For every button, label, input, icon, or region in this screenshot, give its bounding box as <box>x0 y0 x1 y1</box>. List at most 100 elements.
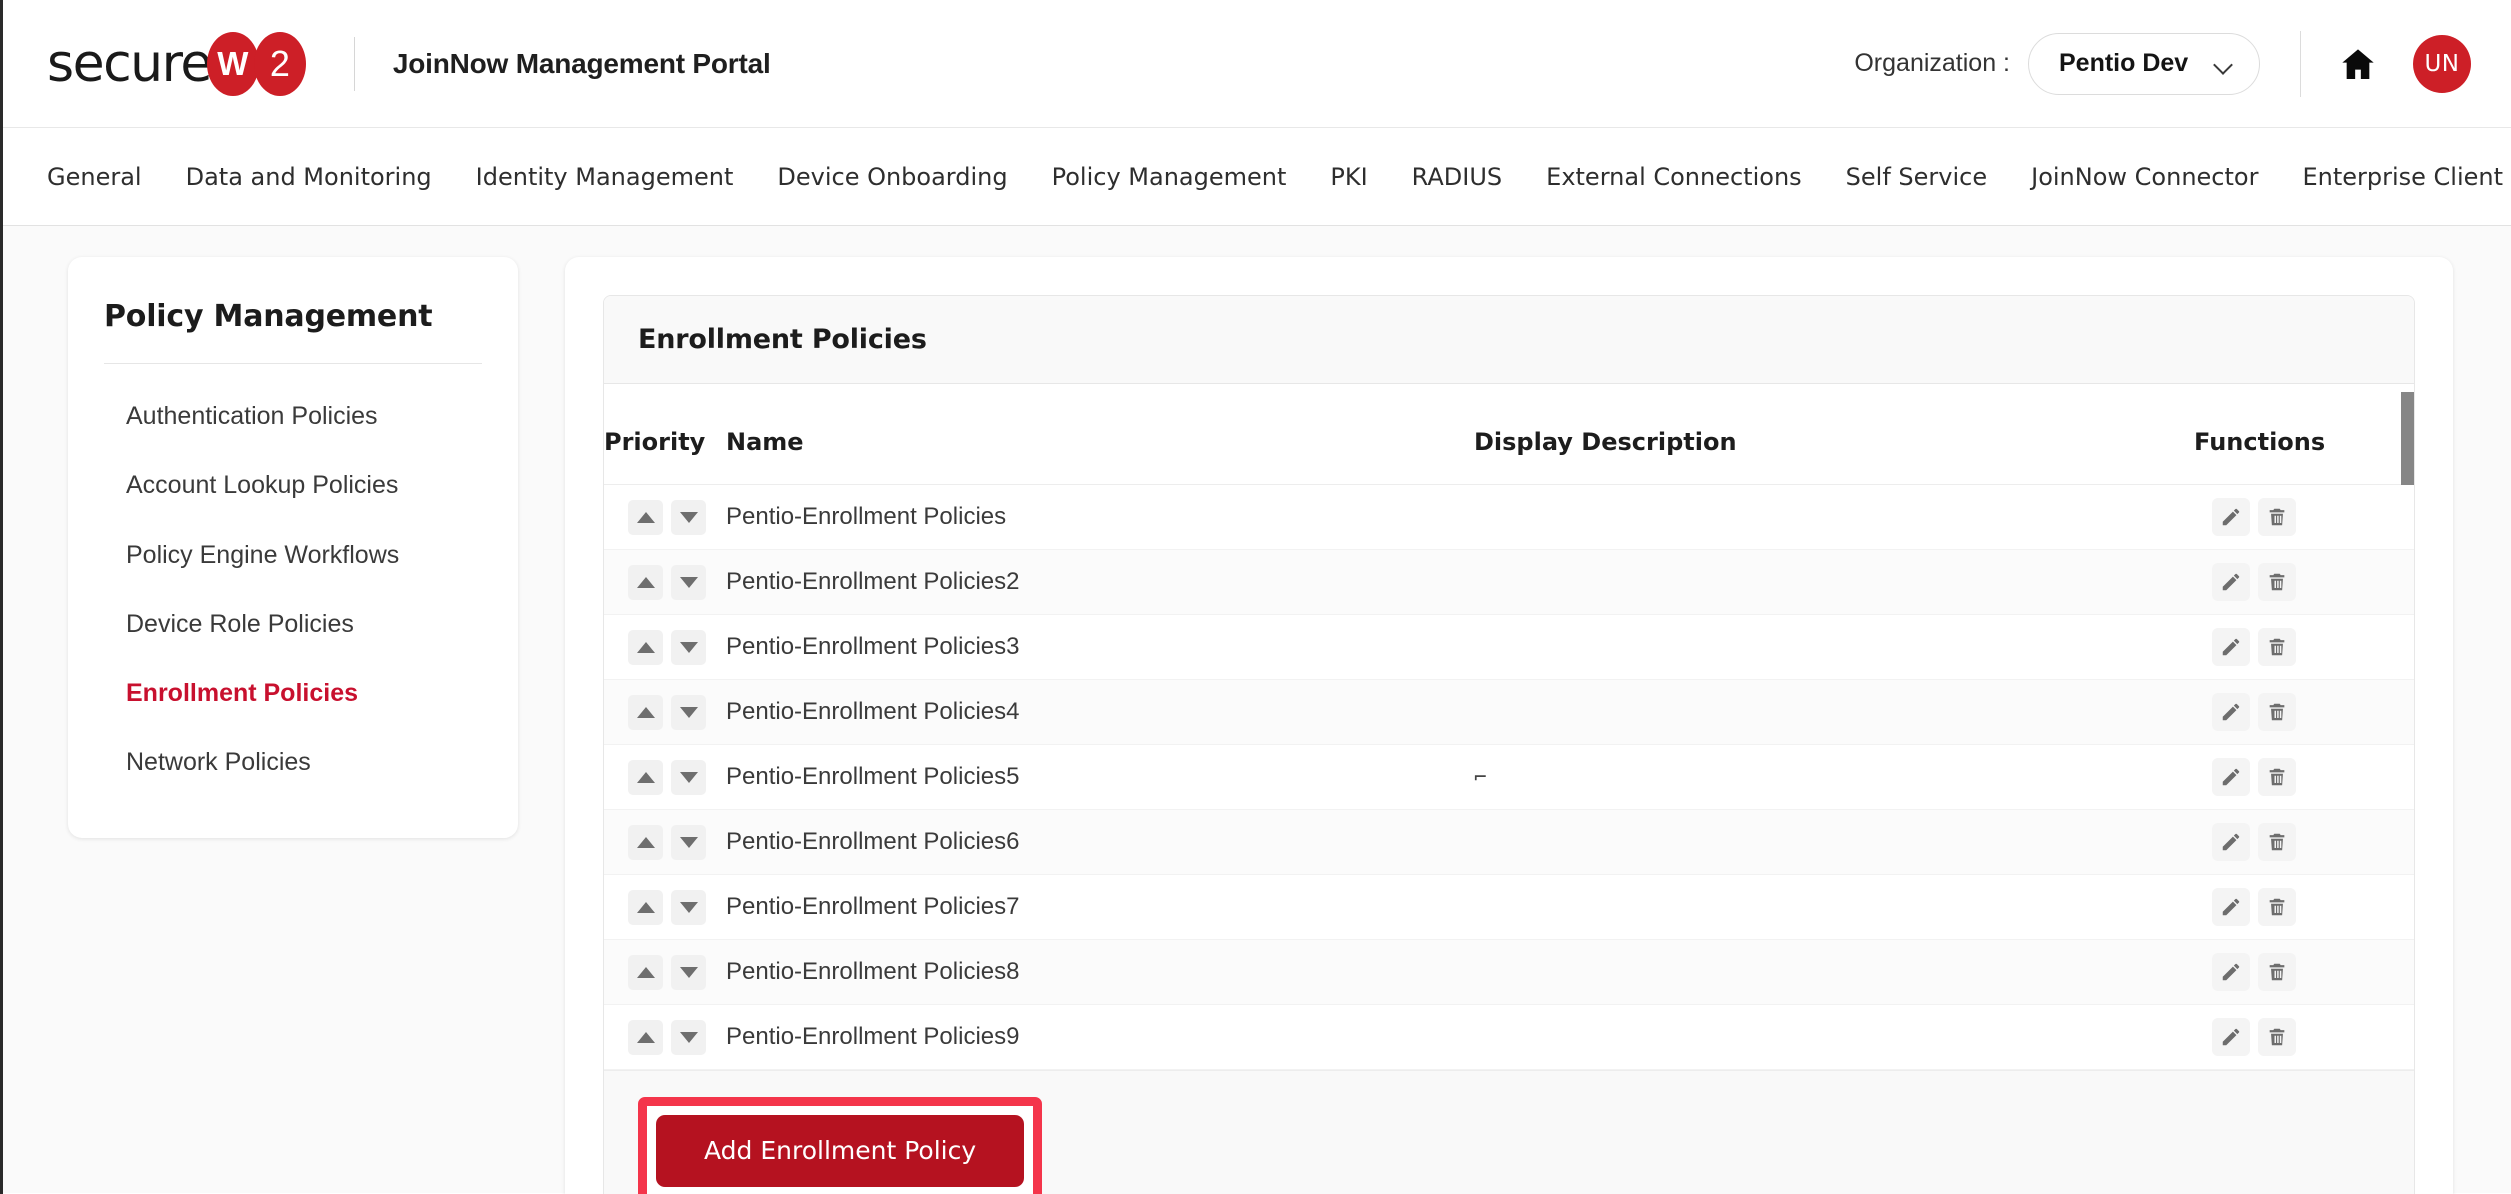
portal-title: JoinNow Management Portal <box>392 47 771 79</box>
delete-policy-button[interactable] <box>2258 758 2296 796</box>
edit-policy-button[interactable] <box>2212 563 2250 601</box>
panel-title: Enrollment Policies <box>638 324 927 355</box>
cell-functions <box>2194 939 2414 1005</box>
delete-policy-button[interactable] <box>2258 563 2296 601</box>
move-up-button[interactable] <box>628 1019 663 1055</box>
move-down-button[interactable] <box>671 629 706 665</box>
pencil-icon <box>2222 963 2240 981</box>
arrow-up-icon <box>636 1031 655 1043</box>
add-enrollment-policy-button[interactable]: Add Enrollment Policy <box>656 1115 1025 1187</box>
table-row: Pentio-Enrollment Policies7 <box>604 874 2414 940</box>
brand-logo[interactable]: secure W 2 <box>47 31 306 96</box>
logo-wordmark: secure <box>47 33 212 94</box>
move-down-button[interactable] <box>671 759 706 795</box>
move-up-button[interactable] <box>628 759 663 795</box>
edit-policy-button[interactable] <box>2212 693 2250 731</box>
cell-priority <box>604 1004 726 1070</box>
move-up-button[interactable] <box>628 824 663 860</box>
delete-policy-button[interactable] <box>2258 693 2296 731</box>
policies-table-scroll-area[interactable]: Priority Name Display Description Functi… <box>604 384 2414 1070</box>
organization-label: Organization : <box>1854 49 2010 77</box>
edit-policy-button[interactable] <box>2212 498 2250 536</box>
move-down-button[interactable] <box>671 694 706 730</box>
cell-priority <box>604 809 726 875</box>
sidebar-item-account-lookup-policies[interactable]: Account Lookup Policies <box>68 451 518 520</box>
table-scrollbar-track[interactable] <box>2401 384 2414 1070</box>
nav-item-external-connections[interactable]: External Connections <box>1524 165 1824 189</box>
arrow-up-icon <box>636 966 655 978</box>
sidebar-item-authentication-policies[interactable]: Authentication Policies <box>68 382 518 451</box>
logo-w2-badge: W 2 <box>206 31 306 96</box>
nav-item-joinnow-connector[interactable]: JoinNow Connector <box>2009 165 2280 189</box>
table-row: Pentio-Enrollment Policies8 <box>604 939 2414 1005</box>
delete-policy-button[interactable] <box>2258 628 2296 666</box>
cell-policy-name: Pentio-Enrollment Policies8 <box>726 939 1474 1005</box>
move-up-button[interactable] <box>628 629 663 665</box>
nav-item-data-and-monitoring[interactable]: Data and Monitoring <box>164 165 454 189</box>
move-down-button[interactable] <box>671 499 706 535</box>
nav-item-enterprise-client[interactable]: Enterprise Client <box>2280 165 2511 189</box>
page-content: Policy Management Authentication Policie… <box>3 226 2511 1194</box>
sidebar-menu: Authentication Policies Account Lookup P… <box>68 364 518 798</box>
trash-icon <box>2269 573 2285 591</box>
cell-policy-name: Pentio-Enrollment Policies9 <box>726 1004 1474 1070</box>
sidebar-title: Policy Management <box>104 299 433 334</box>
sidebar-item-enrollment-policies[interactable]: Enrollment Policies <box>68 659 518 728</box>
table-row: Pentio-Enrollment Policies9 <box>604 1004 2414 1070</box>
delete-policy-button[interactable] <box>2258 953 2296 991</box>
nav-item-device-onboarding[interactable]: Device Onboarding <box>755 165 1029 189</box>
nav-item-self-service[interactable]: Self Service <box>1824 165 2009 189</box>
move-down-button[interactable] <box>671 564 706 600</box>
pencil-icon <box>2222 573 2240 591</box>
edit-policy-button[interactable] <box>2212 628 2250 666</box>
table-scrollbar-thumb[interactable] <box>2401 392 2414 485</box>
main-navigation: General Data and Monitoring Identity Man… <box>3 128 2511 226</box>
delete-policy-button[interactable] <box>2258 498 2296 536</box>
cell-policy-name: Pentio-Enrollment Policies7 <box>726 874 1474 940</box>
avatar[interactable]: UN <box>2413 34 2471 93</box>
move-down-button[interactable] <box>671 1019 706 1055</box>
priority-controls <box>604 759 726 795</box>
organization-selector[interactable]: Pentio Dev <box>2028 32 2260 95</box>
move-down-button[interactable] <box>671 824 706 860</box>
add-button-highlight-annotation: Add Enrollment Policy <box>638 1097 1043 1194</box>
cell-policy-name: Pentio-Enrollment Policies6 <box>726 809 1474 875</box>
nav-item-policy-management[interactable]: Policy Management <box>1030 165 1309 189</box>
delete-policy-button[interactable] <box>2258 823 2296 861</box>
move-down-button[interactable] <box>671 889 706 925</box>
edit-policy-button[interactable] <box>2212 888 2250 926</box>
table-row: Pentio-Enrollment Policies3 <box>604 614 2414 680</box>
table-header-row: Priority Name Display Description Functi… <box>604 384 2414 485</box>
home-icon[interactable] <box>2337 43 2379 85</box>
arrow-down-icon <box>679 641 698 653</box>
nav-item-identity-management[interactable]: Identity Management <box>454 165 756 189</box>
row-action-buttons <box>2194 693 2414 731</box>
edit-policy-button[interactable] <box>2212 1018 2250 1056</box>
trash-icon <box>2269 638 2285 656</box>
cell-priority <box>604 484 726 550</box>
move-up-button[interactable] <box>628 954 663 990</box>
edit-policy-button[interactable] <box>2212 823 2250 861</box>
delete-policy-button[interactable] <box>2258 888 2296 926</box>
move-up-button[interactable] <box>628 889 663 925</box>
edit-policy-button[interactable] <box>2212 758 2250 796</box>
nav-item-pki[interactable]: PKI <box>1308 165 1389 189</box>
nav-item-general[interactable]: General <box>47 165 164 189</box>
move-up-button[interactable] <box>628 499 663 535</box>
trash-icon <box>2269 1028 2285 1046</box>
column-header-name: Name <box>726 384 1474 485</box>
move-down-button[interactable] <box>671 954 706 990</box>
nav-item-radius[interactable]: RADIUS <box>1390 165 1524 189</box>
move-up-button[interactable] <box>628 694 663 730</box>
sidebar-item-network-policies[interactable]: Network Policies <box>68 728 518 797</box>
cell-policy-name: Pentio-Enrollment Policies5 <box>726 744 1474 810</box>
priority-controls <box>604 824 726 860</box>
header-divider <box>353 36 355 91</box>
sidebar-item-policy-engine-workflows[interactable]: Policy Engine Workflows <box>68 521 518 590</box>
pencil-icon <box>2222 508 2240 526</box>
move-up-button[interactable] <box>628 564 663 600</box>
delete-policy-button[interactable] <box>2258 1018 2296 1056</box>
edit-policy-button[interactable] <box>2212 953 2250 991</box>
sidebar-item-device-role-policies[interactable]: Device Role Policies <box>68 590 518 659</box>
trash-icon <box>2269 768 2285 786</box>
